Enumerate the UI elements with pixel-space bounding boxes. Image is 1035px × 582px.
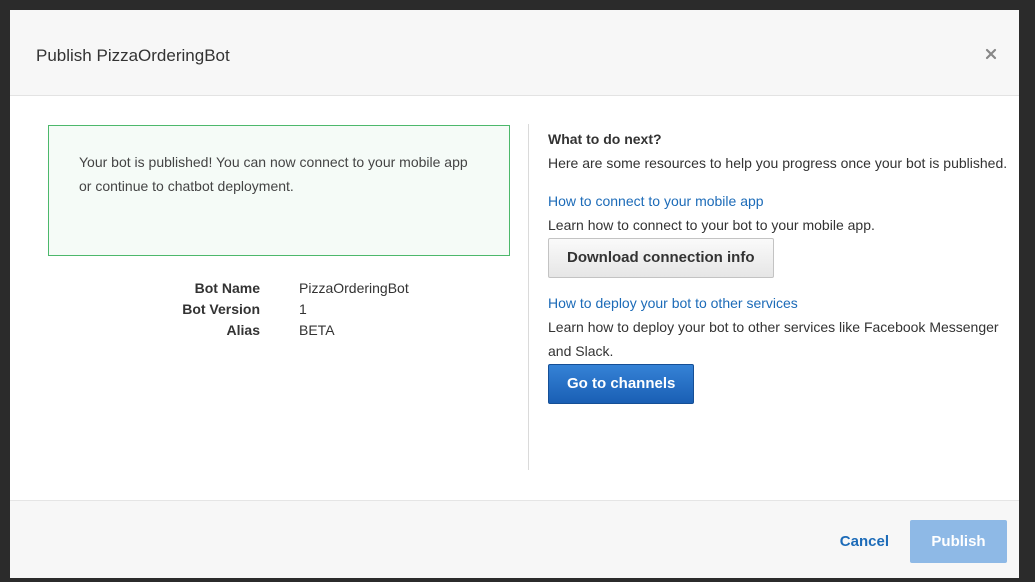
deploy-services-description: Learn how to deploy your bot to other se…	[548, 319, 999, 359]
detail-value: 1	[299, 301, 307, 317]
publish-button[interactable]: Publish	[910, 520, 1007, 563]
next-steps: What to do next? Here are some resources…	[548, 127, 1008, 404]
download-connection-info-button[interactable]: Download connection info	[548, 238, 774, 278]
detail-label: Bot Version	[182, 301, 260, 317]
detail-row-bot-version: Bot Version 1	[48, 299, 510, 320]
detail-value: PizzaOrderingBot	[299, 280, 409, 296]
success-alert: Your bot is published! You can now conne…	[48, 125, 510, 256]
success-message: Your bot is published! You can now conne…	[79, 154, 468, 194]
mobile-app-description: Learn how to connect to your bot to your…	[548, 217, 875, 233]
modal-header: Publish PizzaOrderingBot	[10, 10, 1019, 96]
next-steps-intro: Here are some resources to help you prog…	[548, 155, 1008, 171]
deploy-services-link[interactable]: How to deploy your bot to other services	[548, 291, 1008, 315]
close-button[interactable]	[981, 44, 1001, 64]
detail-row-alias: Alias BETA	[48, 320, 510, 341]
next-steps-heading: What to do next?	[548, 131, 662, 147]
modal-title: Publish PizzaOrderingBot	[36, 46, 230, 65]
bot-details: Bot Name PizzaOrderingBot Bot Version 1 …	[48, 278, 510, 341]
detail-value: BETA	[299, 322, 335, 338]
go-to-channels-button[interactable]: Go to channels	[548, 364, 695, 404]
detail-row-bot-name: Bot Name PizzaOrderingBot	[48, 278, 510, 299]
modal-footer: Cancel Publish	[10, 500, 1019, 578]
close-icon	[985, 48, 997, 60]
column-divider	[528, 124, 529, 470]
publish-modal: Publish PizzaOrderingBot Your bot is pub…	[10, 10, 1019, 578]
detail-label: Alias	[226, 322, 260, 338]
cancel-button[interactable]: Cancel	[840, 533, 889, 550]
publish-summary: Your bot is published! You can now conne…	[48, 125, 510, 341]
mobile-app-link[interactable]: How to connect to your mobile app	[548, 189, 1008, 213]
detail-label: Bot Name	[194, 280, 260, 296]
